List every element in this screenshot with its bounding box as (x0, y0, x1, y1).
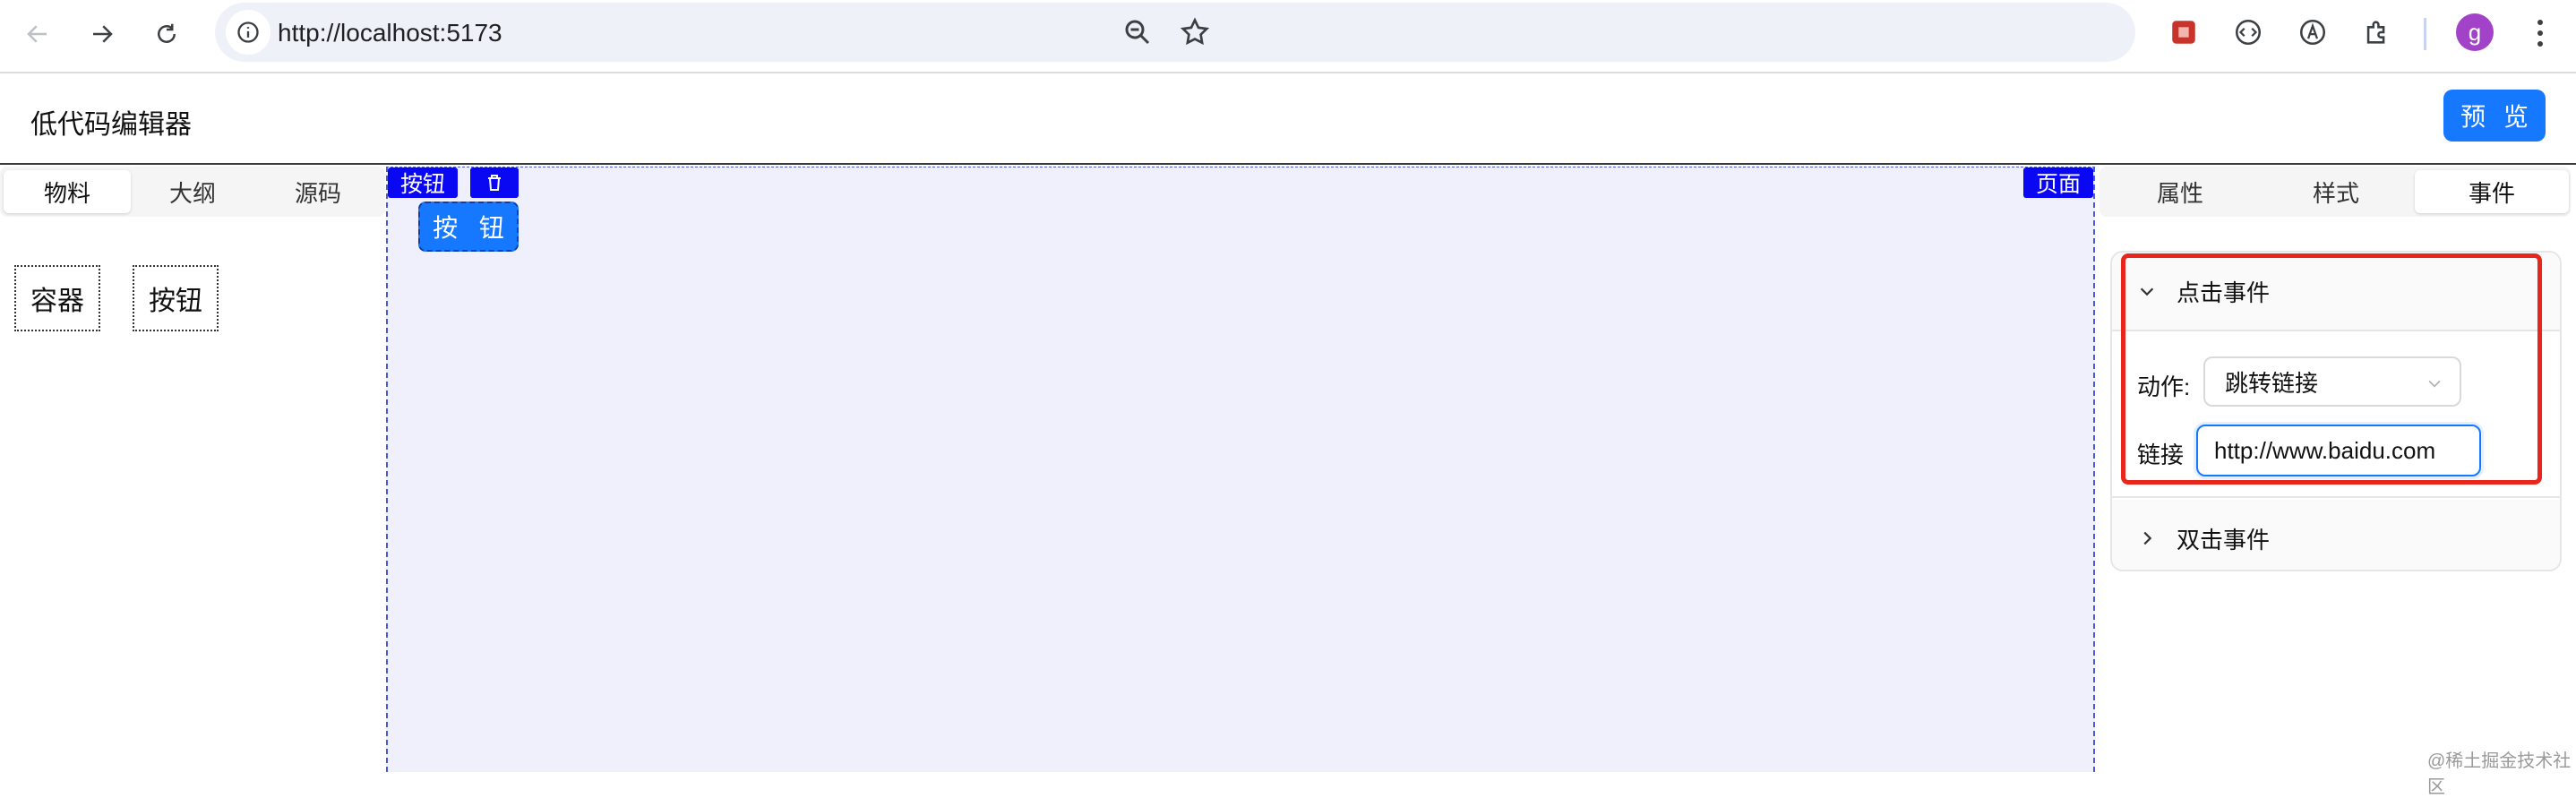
back-button[interactable] (16, 13, 59, 56)
tab-outline[interactable]: 大纲 (129, 170, 256, 213)
reload-icon (158, 23, 176, 43)
events-collapse: 点击事件 动作: 跳转链接 链接 http://www.baidu.com 双击… (2110, 251, 2562, 571)
tab-source[interactable]: 源码 (254, 170, 382, 213)
action-label: 动作: (2137, 373, 2191, 400)
info-icon (237, 21, 259, 43)
zoom-icon[interactable] (1121, 16, 1154, 48)
action-select[interactable]: 跳转链接 (2203, 356, 2461, 407)
tab-materials[interactable]: 物料 (4, 170, 131, 213)
chevron-right-icon (2143, 531, 2152, 545)
forward-button[interactable] (81, 13, 124, 56)
left-panel: 物料 大纲 源码 容器 按钮 (0, 167, 385, 772)
click-event-title: 点击事件 (2177, 279, 2271, 306)
extension-red-icon[interactable] (2166, 14, 2202, 50)
delete-component-button[interactable] (470, 167, 519, 198)
left-tabs: 物料 大纲 源码 (0, 167, 385, 217)
bookmark-star-icon[interactable] (1179, 16, 1211, 48)
arrow-right-icon (93, 25, 113, 43)
app-title: 低代码编辑器 (30, 110, 192, 140)
trash-icon (488, 175, 501, 191)
double-click-event-header[interactable]: 双击事件 (2112, 500, 2560, 570)
page-tag: 页面 (2023, 167, 2093, 198)
tab-props[interactable]: 属性 (2103, 170, 2257, 213)
material-button[interactable]: 按钮 (133, 265, 219, 331)
canvas-button-component[interactable]: 按 钮 (418, 202, 519, 252)
profile-avatar[interactable]: g (2456, 13, 2494, 51)
link-input[interactable]: http://www.baidu.com (2196, 425, 2481, 476)
click-event-body: 动作: 跳转链接 链接 http://www.baidu.com (2112, 330, 2560, 498)
double-click-event-title: 双击事件 (2177, 526, 2271, 553)
right-panel: 属性 样式 事件 点击事件 动作: 跳转链接 链接 http://www.bai… (2099, 167, 2576, 772)
site-info-button[interactable] (226, 10, 270, 55)
chevron-down-icon (2428, 380, 2441, 388)
tab-events[interactable]: 事件 (2415, 170, 2569, 213)
selected-component-tag: 按钮 (388, 167, 458, 198)
material-container[interactable]: 容器 (14, 265, 100, 331)
browser-toolbar: http://localhost:5173 g (0, 0, 2576, 73)
app-header: 低代码编辑器 预 览 (0, 75, 2576, 165)
arrow-left-icon (27, 25, 47, 43)
click-event-header[interactable]: 点击事件 (2112, 253, 2560, 330)
extensions-puzzle-icon[interactable] (2359, 14, 2395, 50)
reload-button[interactable] (145, 13, 188, 56)
extension-code-icon[interactable] (2230, 14, 2266, 50)
browser-menu-icon[interactable] (2524, 13, 2556, 54)
tab-style[interactable]: 样式 (2259, 170, 2413, 213)
editor-canvas[interactable]: 按钮 页面 按 钮 (386, 167, 2095, 772)
preview-button[interactable]: 预 览 (2443, 90, 2546, 142)
right-tabs: 属性 样式 事件 (2099, 167, 2571, 217)
chevron-down-icon (2140, 287, 2154, 296)
extension-a-icon[interactable] (2295, 14, 2331, 50)
address-bar[interactable]: http://localhost:5173 (215, 3, 2135, 62)
url-text[interactable]: http://localhost:5173 (278, 19, 502, 47)
watermark: @稀土掘金技术社区 (2427, 751, 2572, 797)
toolbar-separator (2424, 18, 2426, 50)
action-select-value: 跳转链接 (2225, 369, 2319, 397)
link-label: 链接 (2137, 442, 2185, 468)
